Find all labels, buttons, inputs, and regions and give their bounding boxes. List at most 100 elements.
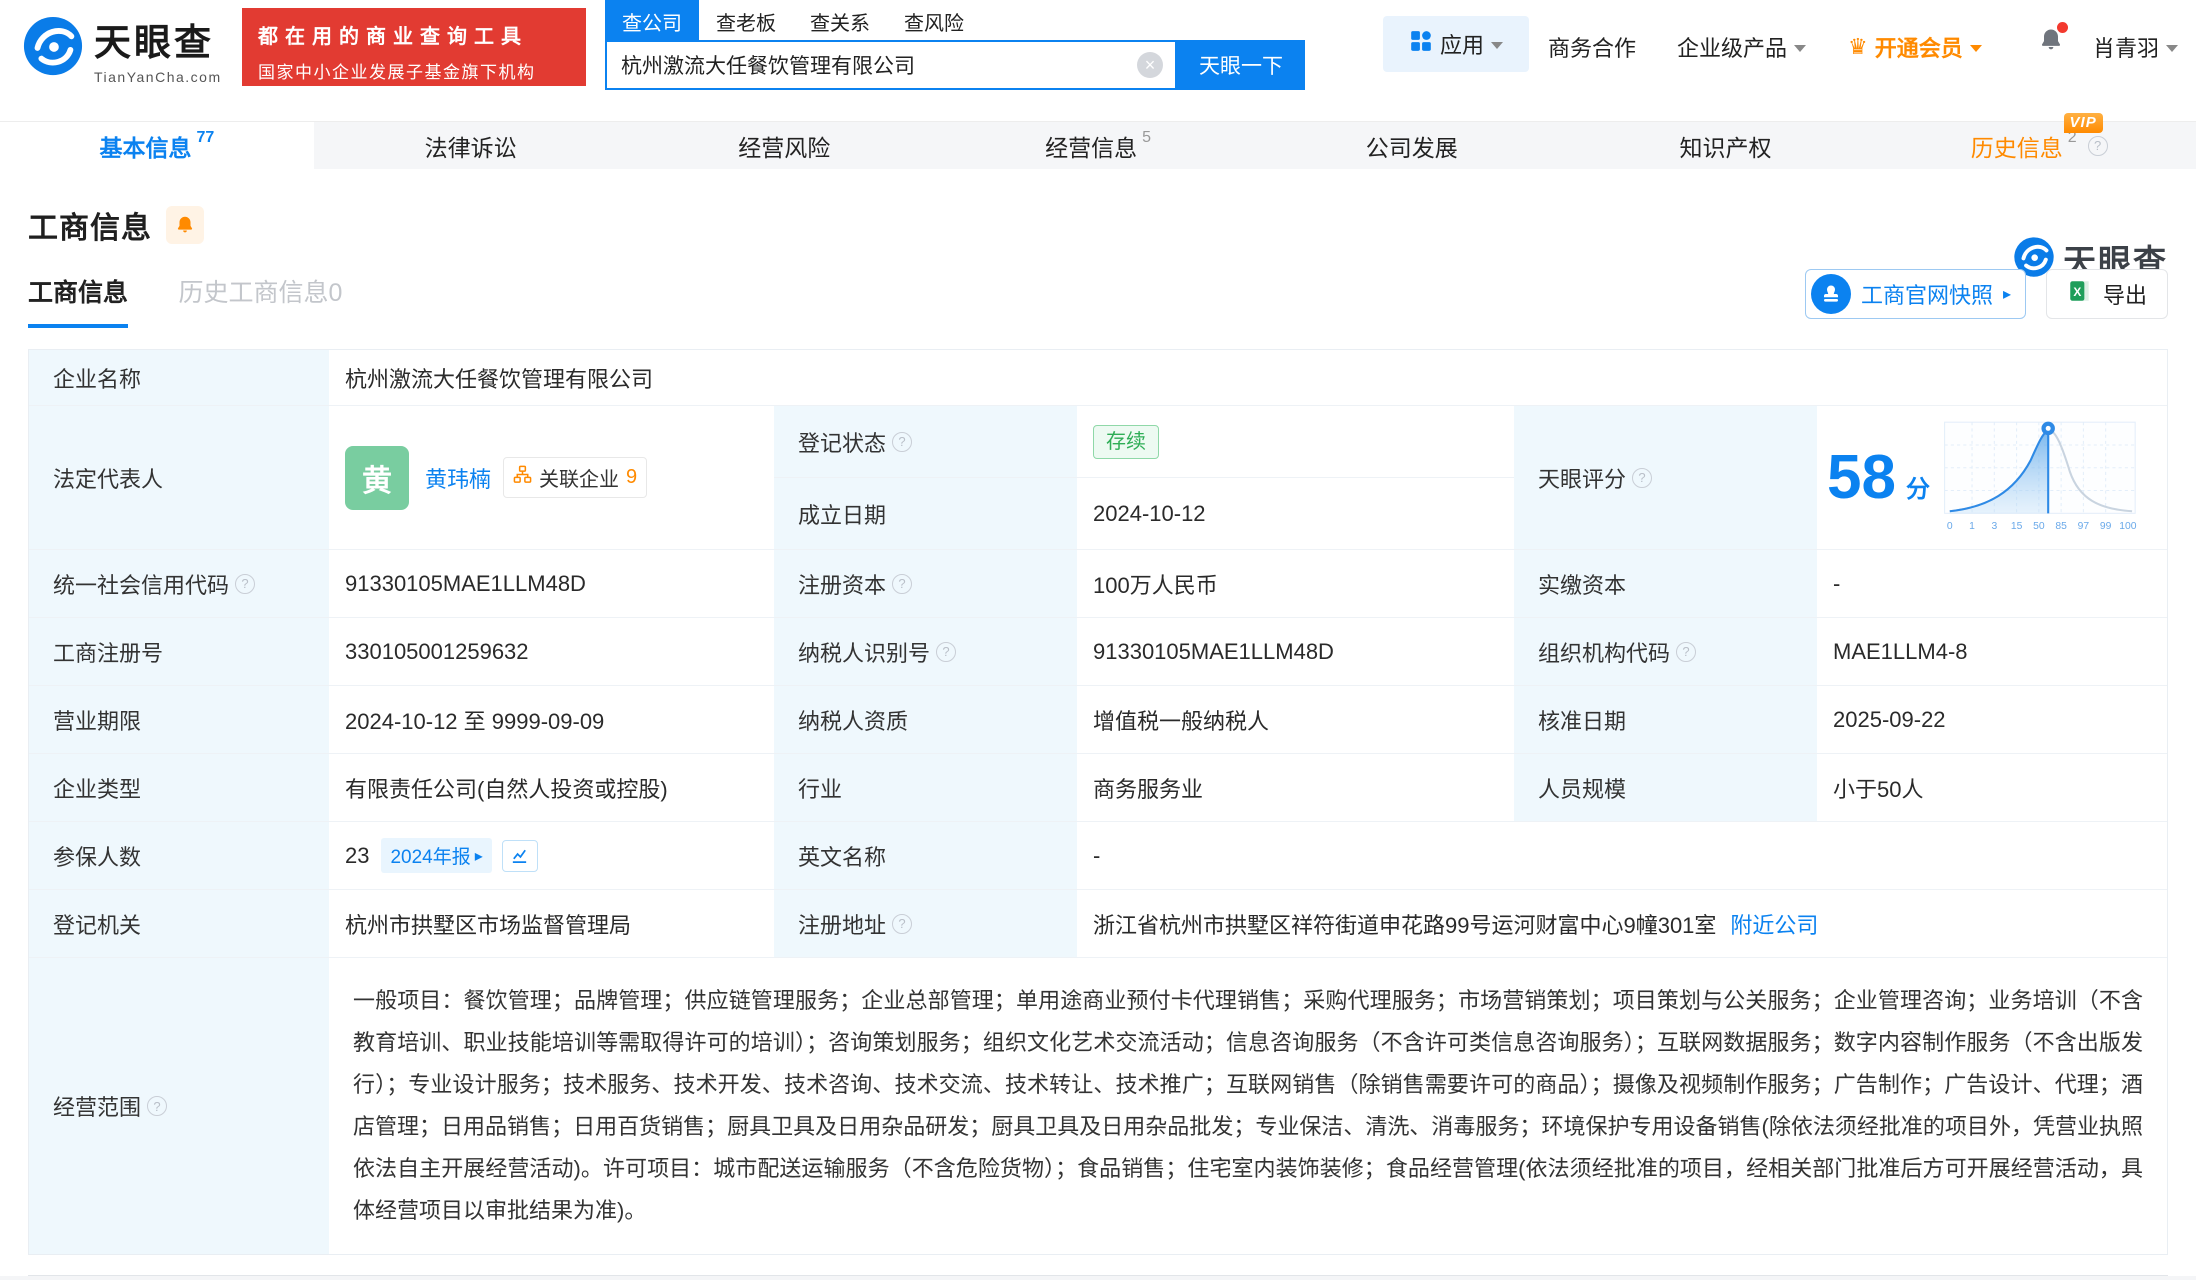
help-icon[interactable]: ? [1676,642,1696,662]
open-vip-menu[interactable]: ♛ 开通会员 [1848,31,1982,63]
value-registered-capital: 100万人民币 [1077,550,1514,618]
brand-domain: TianYanCha.com [94,69,222,85]
svg-text:50: 50 [2033,520,2045,531]
label-registered-address: 注册地址? [774,890,1077,958]
excel-icon: X [2067,278,2093,310]
help-icon[interactable]: ? [936,642,956,662]
enterprise-products-menu[interactable]: 企业级产品 [1677,31,1806,63]
export-button[interactable]: X 导出 [2046,269,2168,319]
business-info-table: 企业名称 杭州激流大任餐饮管理有限公司 法定代表人 黄 黄玮楠 关联企业 9 登… [28,349,2168,1255]
label-industry: 行业 [774,754,1077,822]
tab-label: 经营风险 [738,129,830,163]
value-credit-code: 91330105MAE1LLM48D [329,550,774,618]
help-icon[interactable]: ? [892,574,912,594]
value-industry: 商务服务业 [1077,754,1514,822]
search-tab-risk[interactable]: 查风险 [887,0,981,43]
help-icon[interactable]: ? [892,432,912,452]
tab-history-info[interactable]: 历史信息 VIP 2 ? [1882,122,2196,169]
subtab-business-info[interactable]: 工商信息 [28,273,128,328]
value-tianyan-score: 58 分 [1817,406,2167,550]
label-english-name: 英文名称 [774,822,1077,890]
help-icon[interactable]: ? [235,574,255,594]
status-badge: 存续 [1093,425,1159,459]
value-business-scope: 一般项目：餐饮管理；品牌管理；供应链管理服务；企业总部管理；单用途商业预付卡代理… [329,958,2167,1254]
tianyancha-logo-icon [22,15,84,82]
related-companies-count: 9 [626,466,637,489]
svg-text:15: 15 [2011,520,2023,531]
search-tab-company[interactable]: 查公司 [605,0,699,43]
brand-name: 天眼查 [94,12,222,66]
related-companies-button[interactable]: 关联企业 9 [503,457,647,498]
tab-operational-risk[interactable]: 经营风险 [627,122,941,169]
chevron-down-icon [2166,45,2178,52]
tab-intellectual-property[interactable]: 知识产权 [1569,122,1883,169]
value-establish-date: 2024-10-12 [1077,478,1514,550]
search-tabs: 查公司 查老板 查关系 查风险 [605,0,981,43]
company-nav-tabs: 基本信息 77 法律诉讼 经营风险 经营信息 5 公司发展 知识产权 历史信息 … [0,121,2196,169]
notifications-button[interactable] [2037,26,2065,60]
user-menu[interactable]: 肖青羽 [2093,31,2178,63]
chevron-down-icon [1970,45,1982,52]
value-english-name: - [1077,822,2167,890]
label-credit-code: 统一社会信用代码? [29,550,329,618]
clear-search-icon[interactable]: × [1137,52,1163,78]
value-business-term: 2024-10-12 至 9999-09-09 [329,686,774,754]
notification-dot [2057,22,2068,33]
value-staff-size: 小于50人 [1817,754,2167,822]
tab-company-development[interactable]: 公司发展 [1255,122,1569,169]
tab-count: 5 [1142,129,1151,147]
help-icon[interactable]: ? [892,914,912,934]
insured-trend-button[interactable] [502,840,538,872]
label-insured-count: 参保人数 [29,822,329,890]
value-company-type: 有限责任公司(自然人投资或控股) [329,754,774,822]
section-title: 工商信息 [28,203,152,247]
apps-menu[interactable]: 应用 [1383,16,1529,72]
subscribe-bell-button[interactable] [166,206,204,244]
search-tab-boss[interactable]: 查老板 [699,0,793,43]
svg-text:1: 1 [1969,520,1975,531]
value-registered-address: 浙江省杭州市拱墅区祥符街道申花路99号运河财富中心9幢301室 附近公司 [1077,890,2167,958]
label-tianyan-score: 天眼评分? [1514,406,1817,550]
top-header: 天眼查 TianYanCha.com 都在用的商业查询工具 国家中小企业发展子基… [0,0,2196,121]
tianyancha-logo[interactable]: 天眼查 TianYanCha.com [22,12,222,85]
crown-icon: ♛ [1848,34,1868,60]
value-company-name: 杭州激流大任餐饮管理有限公司 [329,350,2167,406]
help-icon[interactable]: ? [2088,136,2108,156]
tab-legal-proceedings[interactable]: 法律诉讼 [314,122,628,169]
promo-line2: 国家中小企业发展子基金旗下机构 [258,58,576,83]
search-input[interactable] [607,53,1137,77]
vip-badge: VIP [2064,113,2103,133]
stamp-icon [1811,274,1851,314]
insured-count-number: 23 [345,843,369,869]
value-registration-number: 330105001259632 [329,618,774,686]
nearby-companies-link[interactable]: 附近公司 [1730,908,1818,940]
label-organization-code: 组织机构代码? [1514,618,1817,686]
tab-basic-info[interactable]: 基本信息 77 [0,122,314,169]
page-bottom-strip [0,1276,2196,1280]
annual-report-tag[interactable]: 2024年报 ▸ [381,838,491,873]
label-registration-authority: 登记机关 [29,890,329,958]
value-registration-authority: 杭州市拱墅区市场监督管理局 [329,890,774,958]
score-number: 58 [1827,447,1896,509]
search-button[interactable]: 天眼一下 [1177,40,1305,90]
legal-representative-link[interactable]: 黄玮楠 [425,462,491,494]
label-staff-size: 人员规模 [1514,754,1817,822]
label-business-scope: 经营范围? [29,958,329,1254]
svg-text:0: 0 [1947,520,1953,531]
official-snapshot-button[interactable]: 工商官网快照 ▸ [1805,269,2026,319]
label-taxpayer-quality: 纳税人资质 [774,686,1077,754]
subtab-history-business-info[interactable]: 历史工商信息0 [178,273,342,309]
official-snapshot-label: 工商官网快照 [1861,278,1993,310]
search-tab-relation[interactable]: 查关系 [793,0,887,43]
svg-text:99: 99 [2100,520,2112,531]
promo-banner[interactable]: 都在用的商业查询工具 国家中小企业发展子基金旗下机构 [242,8,586,86]
help-icon[interactable]: ? [1632,468,1652,488]
notification-bell-icon [2037,26,2065,60]
label-company-type: 企业类型 [29,754,329,822]
business-cooperation-link[interactable]: 商务合作 [1548,31,1636,63]
svg-text:97: 97 [2078,520,2090,531]
help-icon[interactable]: ? [147,1096,167,1116]
username: 肖青羽 [2093,31,2159,63]
tab-operational-info[interactable]: 经营信息 5 [941,122,1255,169]
label-taxpayer-id: 纳税人识别号? [774,618,1077,686]
